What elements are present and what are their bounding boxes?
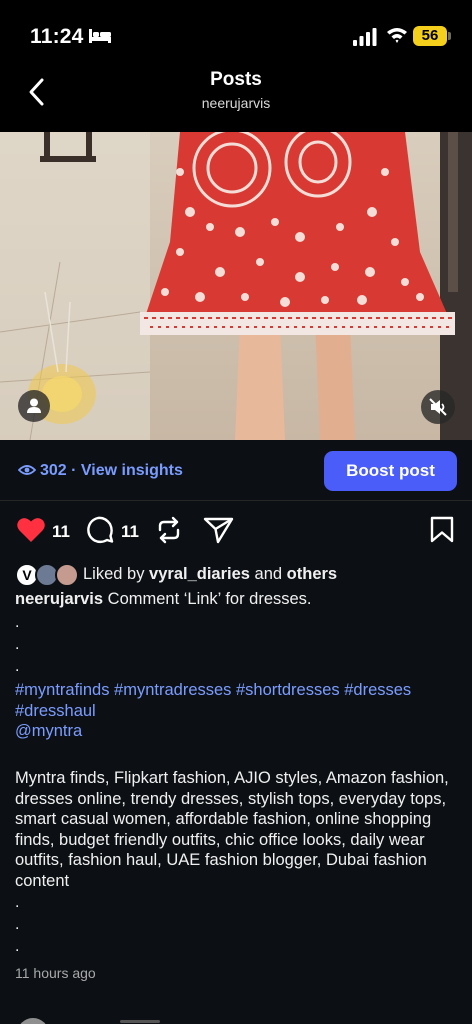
liked-by-middle: and [249,565,287,583]
status-time: 11:24 [30,25,84,48]
user-tag-button[interactable] [18,390,50,422]
mute-button[interactable] [421,390,455,424]
share-icon[interactable] [203,516,235,544]
battery-tip [448,32,451,40]
liked-by-user[interactable]: vyral_diaries [149,565,250,583]
post-timestamp: 11 hours ago [15,965,96,981]
liked-by-others[interactable]: others [287,565,337,583]
caption-dot: . [15,916,20,933]
boost-post-button[interactable]: Boost post [324,451,457,491]
avatar [55,563,79,587]
page-subtitle-username[interactable]: neerujarvis [0,95,472,111]
signal-icon [353,28,377,46]
repost-icon[interactable] [156,516,182,544]
post-caption: neerujarvis Comment ‘Link’ for dresses. [15,589,460,610]
caption-dot: . [15,658,20,675]
caption-hashtags[interactable]: #myntrafinds #myntradresses #shortdresse… [15,680,460,722]
bed-icon [89,29,111,43]
post-photo [0,132,472,440]
battery-indicator: 56 [413,26,447,46]
status-bar: 11:24 56 [0,0,472,62]
likes-count[interactable]: 11 [52,522,70,542]
post-actions: 11 11 [0,510,472,552]
comment-icon[interactable] [86,516,114,544]
caption-mention[interactable]: @myntra [15,722,82,741]
eye-icon [18,465,36,475]
mute-icon [429,398,447,416]
caption-dot: . [15,636,20,653]
view-insights-link[interactable]: 302 · View insights [40,462,183,480]
caption-dot: . [15,614,20,631]
next-post-avatar[interactable] [17,1018,49,1024]
page-title: Posts [210,69,262,90]
caption-dot: . [15,894,20,911]
nav-bar: Posts neerujarvis [0,62,472,132]
caption-username[interactable]: neerujarvis [15,590,103,608]
comments-count[interactable]: 11 [121,522,139,542]
next-post-username-placeholder [120,1020,160,1023]
user-tag-icon [27,398,41,413]
heart-icon[interactable] [16,516,46,544]
caption-text: Comment ‘Link’ for dresses. [103,590,312,608]
bookmark-icon[interactable] [429,516,455,544]
liker-avatars[interactable]: V [15,563,81,587]
insights-row: 302 · View insights Boost post [0,440,472,501]
liked-by-prefix: Liked by [83,565,150,583]
caption-dot: . [15,938,20,955]
caption-keywords: Myntra finds, Flipkart fashion, AJIO sty… [15,769,449,890]
post-media[interactable] [0,132,472,440]
liked-by-text: Liked by vyral_diaries and others [83,565,337,584]
wifi-icon [387,28,407,43]
